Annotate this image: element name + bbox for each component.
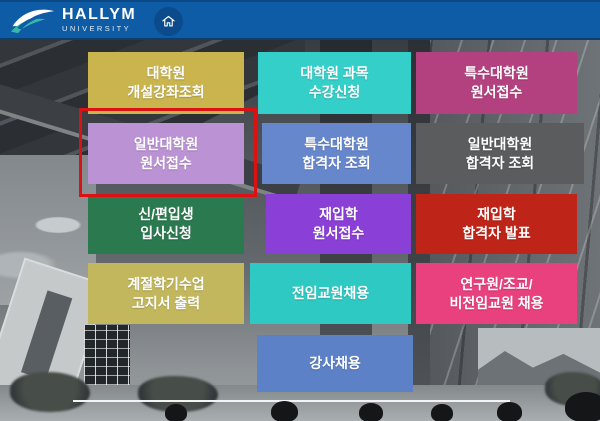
- quick-menu-grid: 대학원 개설강좌조회 대학원 과목 수강신청 특수대학원 원서접수 일반대학원 …: [0, 0, 600, 421]
- button-label: 일반대학원: [468, 135, 532, 154]
- menu-button-general-grad-apply[interactable]: 일반대학원 원서접수: [88, 123, 244, 184]
- menu-button-special-grad-results[interactable]: 특수대학원 합격자 조회: [262, 123, 411, 184]
- button-label: 특수대학원: [304, 135, 368, 154]
- button-label: 비전임교원 채용: [449, 294, 543, 313]
- button-label: 원서접수: [313, 224, 365, 243]
- menu-button-seasonal-bill-print[interactable]: 계절학기수업 고지서 출력: [88, 263, 244, 324]
- logo-text: HALLYM UNIVERSITY: [62, 7, 136, 33]
- button-label: 신/편입생: [138, 205, 193, 224]
- button-label: 수강신청: [309, 83, 361, 102]
- button-label: 합격자 조회: [302, 154, 370, 173]
- menu-button-readmission-results[interactable]: 재입학 합격자 발표: [416, 194, 577, 254]
- logo-secondary-text: UNIVERSITY: [62, 25, 136, 33]
- menu-button-grad-course-register[interactable]: 대학원 과목 수강신청: [258, 52, 411, 114]
- button-label: 입사신청: [140, 224, 192, 243]
- button-label: 개설강좌조회: [127, 83, 204, 102]
- menu-button-faculty-hire[interactable]: 전임교원채용: [250, 263, 411, 324]
- button-label: 대학원: [147, 64, 186, 83]
- button-label: 원서접수: [471, 83, 523, 102]
- button-label: 원서접수: [140, 154, 192, 173]
- button-label: 재입학: [477, 205, 516, 224]
- button-label: 합격자 발표: [462, 224, 530, 243]
- button-label: 고지서 출력: [132, 294, 200, 313]
- university-logo[interactable]: HALLYM UNIVERSITY: [10, 5, 136, 35]
- home-icon: [161, 14, 176, 29]
- button-label: 대학원 과목: [300, 64, 368, 83]
- button-label: 특수대학원: [464, 64, 528, 83]
- menu-button-new-transfer-dorm[interactable]: 신/편입생 입사신청: [88, 194, 244, 254]
- menu-button-researcher-hire[interactable]: 연구원/조교/ 비전임교원 채용: [416, 263, 577, 324]
- menu-button-general-grad-results[interactable]: 일반대학원 합격자 조회: [416, 123, 584, 184]
- home-button[interactable]: [154, 7, 183, 36]
- button-label: 합격자 조회: [466, 154, 534, 173]
- hallym-portal-page: 대학원 개설강좌조회 대학원 과목 수강신청 특수대학원 원서접수 일반대학원 …: [0, 0, 600, 421]
- top-navigation-bar: HALLYM UNIVERSITY: [0, 0, 600, 40]
- button-label: 전임교원채용: [292, 284, 369, 303]
- button-label: 계절학기수업: [127, 275, 204, 294]
- button-label: 일반대학원: [134, 135, 198, 154]
- menu-button-readmission-apply[interactable]: 재입학 원서접수: [266, 194, 411, 254]
- button-label: 연구원/조교/: [460, 275, 532, 294]
- menu-button-special-grad-apply[interactable]: 특수대학원 원서접수: [416, 52, 577, 114]
- menu-button-lecturer-hire[interactable]: 강사채용: [257, 335, 413, 392]
- button-label: 재입학: [319, 205, 358, 224]
- hallym-bird-icon: [10, 5, 56, 35]
- menu-button-grad-course-list[interactable]: 대학원 개설강좌조회: [88, 52, 244, 114]
- logo-primary-text: HALLYM: [62, 7, 136, 23]
- button-label: 강사채용: [309, 354, 361, 373]
